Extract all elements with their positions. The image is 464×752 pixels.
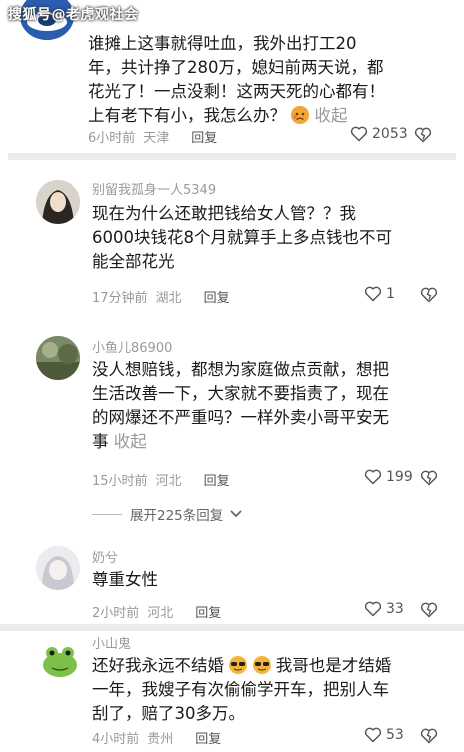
comment-feed: 谁摊上这事就得吐血，我外出打工20 年，共计挣了280万，媳妇前两天说，都 花光…: [0, 0, 464, 752]
watermark: 搜狐号@老虎观社会: [8, 7, 139, 23]
sunglasses-emoji: [252, 656, 271, 674]
comment-text-line: 没人想赔钱，都想为家庭做点贡献，想把: [92, 360, 389, 379]
chevron-down-icon: [230, 510, 242, 518]
comment-card: 小山鬼 还好我永远不结婚 我哥也是才结婚 一年，我嫂子有次偷偷学开车，把别人车 …: [0, 631, 464, 752]
avatar[interactable]: [40, 641, 80, 681]
comment-text-line: 我哥也是才结婚: [275, 656, 392, 675]
comment-time: 4小时前: [92, 732, 140, 747]
broken-heart-icon[interactable]: [414, 127, 432, 143]
heart-outline-icon: [350, 126, 368, 142]
reply-button[interactable]: 回复: [195, 602, 221, 621]
divider: [92, 513, 122, 515]
like-count: 53: [386, 727, 404, 743]
like-count: 1: [386, 286, 395, 302]
reply-button[interactable]: 回复: [191, 127, 217, 146]
heart-outline-icon: [364, 469, 382, 485]
comment-card: 小鱼儿86900 没人想赔钱，都想为家庭做点贡献，想把 生活改善一下，大家就不要…: [0, 322, 464, 532]
like-button[interactable]: 53: [364, 727, 404, 743]
reply-button[interactable]: 回复: [204, 470, 230, 489]
sunglasses-emoji: [229, 656, 248, 674]
broken-heart-icon[interactable]: [420, 728, 438, 744]
comment-text-line: 谁摊上这事就得吐血，我外出打工20: [88, 34, 357, 53]
comment-text-line: 年，共计挣了280万，媳妇前两天说，都: [88, 58, 384, 77]
divider: [8, 153, 456, 160]
divider: [0, 624, 464, 631]
comment-text-line: 花光了！一点没剩！这两天死的心都有！: [88, 82, 385, 101]
sad-face-emoji: [291, 106, 310, 124]
comment-location: 河北: [147, 606, 174, 621]
comment-text-line: 事: [92, 432, 109, 451]
comment-time: 15小时前: [92, 474, 148, 489]
broken-heart-icon[interactable]: [420, 602, 438, 618]
heart-outline-icon: [364, 286, 382, 302]
like-count: 199: [386, 469, 413, 485]
heart-outline-icon: [364, 727, 382, 743]
expand-replies-button[interactable]: 展开225条回复: [92, 504, 243, 524]
avatar[interactable]: [36, 180, 80, 224]
collapse-link[interactable]: 收起: [315, 106, 348, 125]
comment-text-line: 尊重女性: [92, 570, 158, 589]
comment-location: 湖北: [155, 291, 182, 306]
comment-text-line: 能全部花光: [92, 252, 175, 271]
comment-time: 6小时前: [88, 131, 136, 146]
broken-heart-icon[interactable]: [420, 470, 438, 486]
comment-text-line: 生活改善一下，大家就不要指责了，现在: [92, 384, 389, 403]
avatar[interactable]: [36, 336, 80, 380]
username[interactable]: 奶兮: [92, 547, 118, 566]
username[interactable]: 小山鬼: [92, 633, 131, 652]
comment-location: 河北: [155, 474, 182, 489]
comment-card: 奶兮 尊重女性 2小时前 河北 回复 33: [0, 538, 464, 626]
broken-heart-icon[interactable]: [420, 287, 438, 303]
heart-outline-icon: [364, 601, 382, 617]
like-count: 2053: [372, 126, 408, 142]
comment-time: 17分钟前: [92, 291, 148, 306]
collapse-link[interactable]: 收起: [114, 432, 147, 451]
reply-button[interactable]: 回复: [195, 728, 221, 747]
comment-location: 贵州: [147, 732, 174, 747]
username[interactable]: 别留我孤身一人5349: [92, 179, 216, 198]
comment-text-line: 6000块钱花8个月就算手上多点钱也不可: [92, 228, 392, 247]
comment-card: 别留我孤身一人5349 现在为什么还敢把钱给女人管？？我 6000块钱花8个月就…: [0, 162, 464, 322]
like-button[interactable]: 33: [364, 601, 404, 617]
comment-text-line: 上有老下有小，我怎么办？: [88, 106, 286, 125]
comment-time: 2小时前: [92, 606, 140, 621]
comment-text-line: 刮了，赔了30多万。: [92, 704, 245, 723]
avatar[interactable]: [36, 546, 80, 590]
comment-text-line: 的网爆还不严重吗？一样外卖小哥平安无: [92, 408, 389, 427]
comment-text-line: 一年，我嫂子有次偷偷学开车，把别人车: [92, 680, 389, 699]
like-button[interactable]: 2053: [350, 126, 408, 142]
like-button[interactable]: 1: [364, 286, 395, 302]
like-button[interactable]: 199: [364, 469, 413, 485]
comment-text-line: 还好我永远不结婚: [92, 656, 224, 675]
like-count: 33: [386, 601, 404, 617]
comment-location: 天津: [143, 131, 170, 146]
comment-text-line: 现在为什么还敢把钱给女人管？？我: [92, 204, 356, 223]
reply-button[interactable]: 回复: [204, 287, 230, 306]
expand-replies-label: 展开225条回复: [130, 508, 224, 524]
username[interactable]: 小鱼儿86900: [92, 337, 172, 356]
